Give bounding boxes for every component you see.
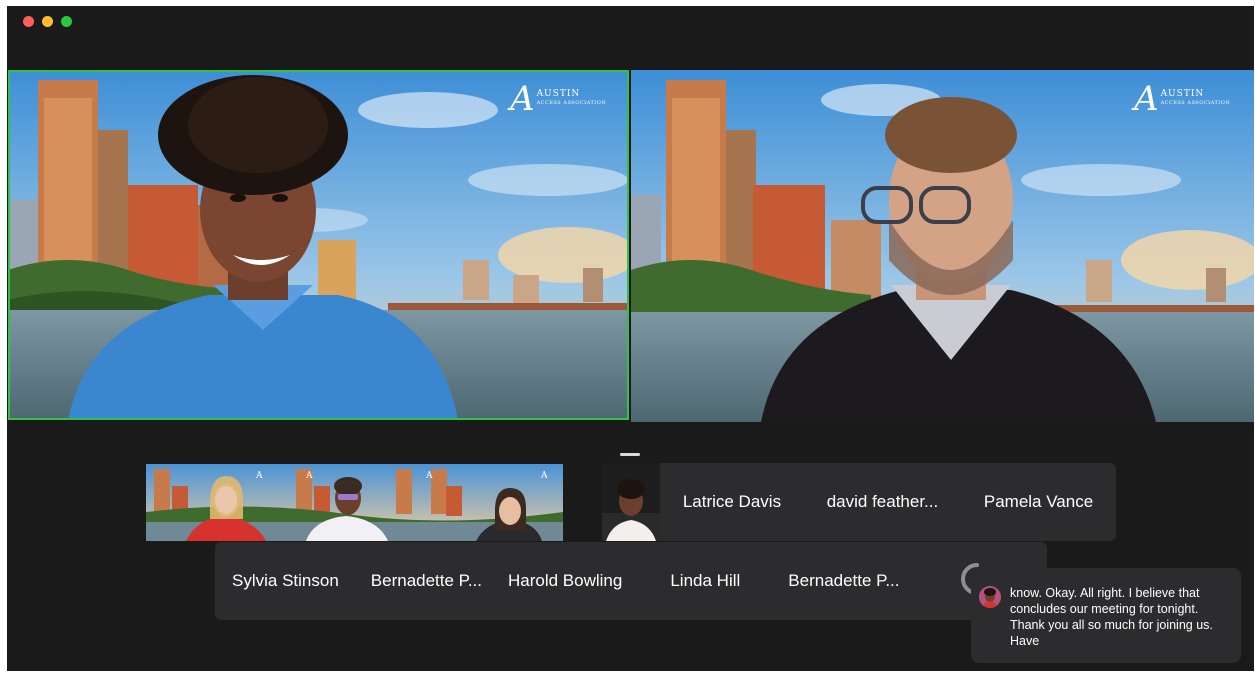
video-tile-speaker-left[interactable]: A AUSTIN ACCESS ASSOCIATION — [8, 70, 629, 420]
minimize-window-button[interactable] — [42, 16, 53, 27]
participant-tile-latrice-davis[interactable]: Latrice Davis — [683, 492, 781, 512]
participant-tile-sylvia-stinson[interactable]: Sylvia Stinson — [232, 571, 339, 591]
participant-tile-bernadette-p-1[interactable]: Bernadette P... — [371, 571, 482, 591]
svg-text:A: A — [540, 471, 548, 481]
virtual-background-austin-skyline — [8, 70, 629, 420]
video-call-window: A AUSTIN ACCESS ASSOCIATION A AUSTIN ACC… — [7, 6, 1254, 671]
window-controls — [23, 16, 72, 27]
background-logo: A AUSTIN ACCESS ASSOCIATION — [1134, 79, 1231, 119]
svg-text:A: A — [425, 471, 433, 481]
gallery-drag-handle[interactable] — [620, 453, 640, 456]
participant-thumbnails: A A A A — [146, 464, 563, 541]
participant-tile-bernadette-p-2[interactable]: Bernadette P... — [788, 571, 899, 591]
participant-names-row-2: Sylvia Stinson Bernadette P... Harold Bo… — [215, 542, 1047, 620]
caption-text: know. Okay. All right. I believe that co… — [1010, 586, 1213, 648]
participant-tile-harold-bowling[interactable]: Harold Bowling — [508, 571, 622, 591]
svg-text:A: A — [305, 471, 313, 481]
participant-video-strip[interactable]: A A A A — [146, 464, 563, 541]
close-window-button[interactable] — [23, 16, 34, 27]
virtual-background-austin-skyline — [631, 70, 1254, 422]
zoom-window-button[interactable] — [61, 16, 72, 27]
participant-tile-david-feather[interactable]: david feather... — [827, 492, 939, 512]
participant-tile-linda-hill[interactable]: Linda Hill — [670, 571, 740, 591]
live-caption-panel: know. Okay. All right. I believe that co… — [971, 568, 1241, 663]
background-logo: A AUSTIN ACCESS ASSOCIATION — [510, 79, 607, 119]
video-tile-speaker-right[interactable]: A AUSTIN ACCESS ASSOCIATION — [631, 70, 1254, 422]
speaker-avatar — [979, 586, 1001, 608]
participant-tile-pamela-vance[interactable]: Pamela Vance — [984, 492, 1093, 512]
participant-thumbnail-image — [602, 463, 660, 541]
participant-video-thumbnail[interactable] — [602, 463, 660, 541]
svg-text:A: A — [255, 471, 263, 481]
participant-names-row-1: Latrice Davis david feather... Pamela Va… — [660, 463, 1116, 541]
